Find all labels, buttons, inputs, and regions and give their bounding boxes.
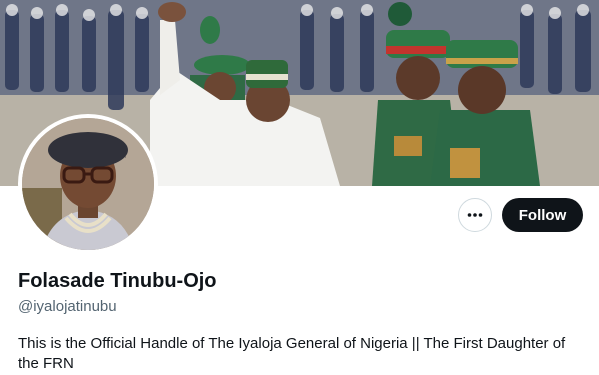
more-horizontal-icon bbox=[467, 213, 483, 217]
follow-button[interactable]: Follow bbox=[502, 198, 583, 232]
avatar-photo bbox=[22, 118, 154, 250]
display-name: Folasade Tinubu-Ojo bbox=[18, 270, 217, 292]
user-handle: @iyalojatinubu bbox=[18, 298, 117, 315]
profile-bio: This is the Official Handle of The Iyalo… bbox=[18, 335, 566, 372]
more-options-button[interactable] bbox=[458, 198, 492, 232]
follow-button-label: Follow bbox=[518, 206, 567, 224]
avatar[interactable] bbox=[22, 118, 154, 250]
